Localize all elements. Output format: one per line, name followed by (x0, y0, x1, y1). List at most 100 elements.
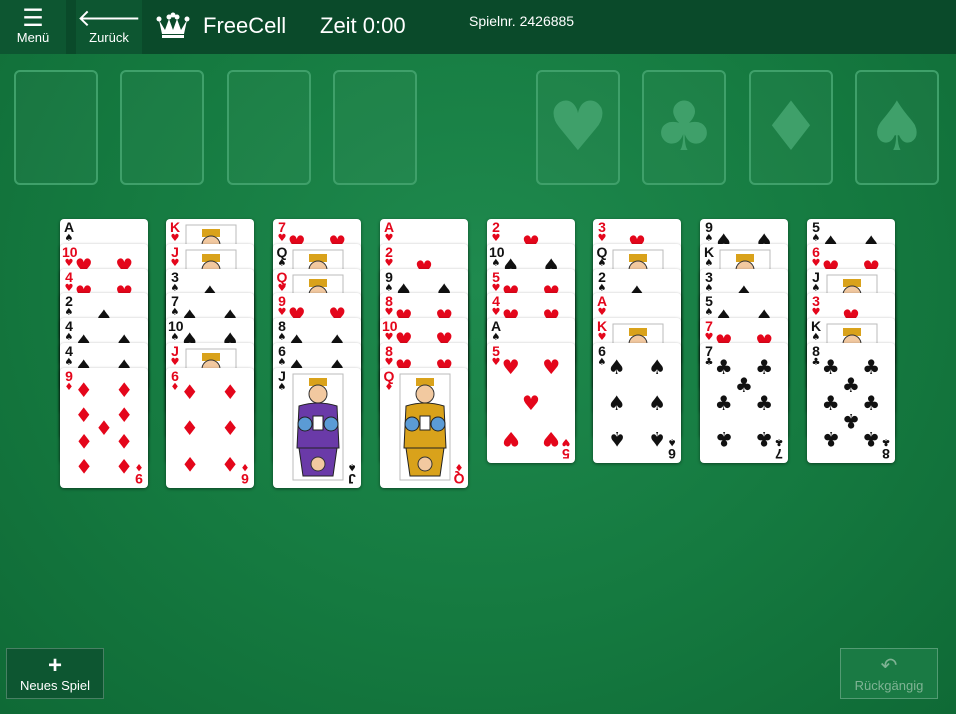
diamond-icon: ♦ (180, 416, 199, 440)
playing-card[interactable]: J♠J♠ (273, 368, 361, 488)
club-icon: ♣ (755, 391, 774, 415)
playing-card[interactable]: 6 ♦ ♦ ♦ ♦ ♦ ♦ ♦ 6 ♦ (166, 368, 254, 488)
club-icon: ♣ (821, 427, 840, 451)
undo-icon: ↶ (880, 655, 898, 677)
spade-icon: ♠ (667, 436, 677, 447)
spade-icon: ♠ (64, 307, 74, 318)
heart-icon: ♥ (597, 233, 607, 244)
card-rank: 6 (668, 446, 676, 462)
card-corner-bottom: 6 ♦ (238, 461, 252, 487)
club-icon: ♣ (774, 436, 784, 447)
heart-icon: ♥ (501, 427, 520, 451)
free-cell-2[interactable] (120, 70, 204, 185)
heart-icon: ♥ (542, 427, 561, 451)
foundation-diamond[interactable]: ♦ (749, 70, 833, 185)
court-figure-icon (292, 373, 344, 481)
new-game-button[interactable]: + Neues Spiel (6, 648, 104, 699)
diamond-icon: ♦ (115, 454, 134, 479)
spade-icon: ♠ (607, 391, 626, 415)
free-cell-3[interactable] (227, 70, 311, 185)
game-number: Spielnr. 2426885 (469, 13, 575, 29)
playing-card[interactable]: 5♥♥♥♥♥♥5♥ (487, 343, 575, 463)
diamond-icon: ♦ (74, 429, 93, 454)
arrow-left-icon: 🡐 (76, 4, 142, 32)
app-title: FreeCell (203, 13, 287, 38)
playing-card[interactable]: 9 ♦ ♦ ♦ ♦ ♦ ♦ ♦ ♦ ♦ ♦ 9 ♦ (60, 368, 148, 488)
card-rank: Q (453, 471, 465, 487)
new-game-label: Neues Spiel (19, 678, 91, 693)
spade-icon: ♠ (597, 258, 607, 269)
card-rank: 8 (882, 446, 890, 462)
undo-label: Rückgängig (854, 678, 924, 693)
diamond-icon: ♦ (221, 452, 240, 476)
foundation-spade[interactable]: ♠ (855, 70, 939, 185)
club-icon: ♣ (653, 88, 715, 167)
club-icon: ♣ (862, 355, 881, 379)
club-icon: ♣ (821, 391, 840, 415)
diamond-icon: ♦ (115, 402, 134, 427)
heart-icon: ♥ (384, 258, 394, 269)
card-corner-bottom: 9 ♦ (132, 461, 146, 487)
playing-card[interactable]: 7 ♣ ♣ ♣ ♣ ♣ ♣ ♣ ♣ 7 ♣ (700, 343, 788, 463)
heart-icon: ♥ (597, 332, 607, 343)
diamond-icon: ♦ (95, 416, 113, 440)
heart-icon: ♥ (170, 258, 180, 269)
spade-icon: ♠ (648, 427, 667, 451)
diamond-icon: ♦ (115, 377, 134, 402)
diamond-icon: ♦ (74, 377, 93, 402)
card-rank: 5 (562, 446, 570, 462)
club-icon: ♣ (755, 427, 774, 451)
club-icon: ♣ (821, 355, 840, 379)
foundation-heart[interactable]: ♥ (536, 70, 620, 185)
hamburger-icon: ☰ (22, 4, 44, 32)
diamond-icon: ♦ (760, 88, 822, 167)
heart-icon: ♥ (522, 391, 540, 415)
card-corner-bottom: 7 ♣ (772, 436, 786, 462)
playing-card[interactable]: 6♠♠♠♠♠♠♠6♠ (593, 343, 681, 463)
heart-icon: ♥ (384, 233, 394, 244)
diamond-icon: ♦ (180, 452, 199, 476)
heart-icon: ♥ (170, 357, 180, 368)
club-icon: ♣ (714, 427, 733, 451)
game-timer: Zeit 0:00 (320, 13, 406, 38)
club-icon: ♣ (842, 373, 860, 397)
diamond-icon: ♦ (74, 454, 93, 479)
foundation-club[interactable]: ♣ (642, 70, 726, 185)
free-cell-4[interactable] (333, 70, 417, 185)
card-rank: 9 (135, 471, 143, 487)
free-cell-1[interactable] (14, 70, 98, 185)
club-icon: ♣ (881, 436, 891, 447)
club-icon: ♣ (862, 427, 881, 451)
spade-icon: ♠ (64, 233, 74, 244)
menu-button[interactable]: ☰ Menü (0, 0, 66, 54)
spade-icon: ♠ (866, 88, 928, 167)
undo-button[interactable]: ↶ Rückgängig (840, 648, 938, 699)
club-icon: ♣ (714, 391, 733, 415)
playing-card[interactable]: Q ♦ Q ♦ (380, 368, 468, 488)
spade-icon: ♠ (607, 427, 626, 451)
diamond-icon: ♦ (134, 461, 144, 472)
diamond-icon: ♦ (221, 416, 240, 440)
card-corner-bottom: 5♥ (559, 436, 573, 462)
club-icon: ♣ (862, 391, 881, 415)
diamond-icon: ♦ (115, 429, 134, 454)
diamond-icon: ♦ (384, 382, 394, 393)
diamond-icon: ♦ (74, 402, 93, 427)
diamond-icon: ♦ (240, 461, 250, 472)
club-icon: ♣ (714, 355, 733, 379)
plus-icon: + (47, 652, 62, 679)
card-rank: J (348, 471, 356, 487)
card-corner-bottom: J♠ (345, 461, 359, 487)
diamond-icon: ♦ (454, 461, 464, 472)
playing-card[interactable]: 8 ♣ ♣ ♣ ♣ ♣ ♣ ♣ ♣ ♣ 8 ♣ (807, 343, 895, 463)
crown-icon (156, 12, 190, 38)
spade-icon: ♠ (648, 355, 667, 379)
heart-icon: ♥ (501, 355, 520, 379)
spade-icon: ♠ (277, 382, 287, 393)
menu-label: Menü (16, 30, 50, 45)
back-button[interactable]: 🡐 Zurück (76, 0, 142, 54)
card-rank: 7 (775, 446, 783, 462)
spade-icon: ♠ (277, 258, 287, 269)
heart-icon: ♥ (170, 233, 180, 244)
club-icon: ♣ (735, 373, 753, 397)
